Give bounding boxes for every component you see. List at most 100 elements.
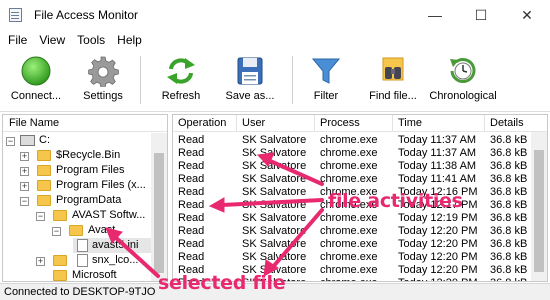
annotation-file-activities: file activities [328,190,463,212]
refresh-label: Refresh [161,90,201,102]
table-cell-details: 36.8 kB [490,212,528,224]
chronological-button[interactable]: Chronological [429,55,497,107]
expand-icon[interactable]: + [20,152,29,161]
table-cell-operation: Read [178,238,205,250]
minimize-button[interactable]: — [412,0,458,30]
table-cell-user: SK Salvatore [242,238,307,250]
list-header: Operation User Process Time Details [173,115,547,132]
table-row[interactable]: Read SK Salvatore chrome.exe Today 12:19 PM… [173,212,531,225]
column-process[interactable]: Process [315,115,393,132]
maximize-button[interactable]: ☐ [458,0,504,30]
tree-item[interactable]: − ProgramData [3,193,153,208]
window-title: File Access Monitor [34,8,139,22]
table-cell-details: 36.8 kB [490,238,528,250]
table-cell-details: 36.8 kB [490,251,528,263]
tree-item[interactable]: + $Recycle.Bin [3,148,153,163]
tree-item[interactable]: − Avast [3,223,153,238]
tree-item[interactable]: + Program Files [3,163,153,178]
tree-scroll-thumb[interactable] [154,153,164,273]
table-cell-user: SK Salvatore [242,251,307,263]
table-cell-details: 36.8 kB [490,264,528,276]
tree-item[interactable]: − C: [3,133,153,148]
table-row[interactable]: Read SK Salvatore chrome.exe Today 12:20 PM… [173,238,531,251]
table-cell-process: chrome.exe [320,147,378,159]
connect-icon [20,55,52,87]
app-icon [8,7,24,23]
menu-tools[interactable]: Tools [71,33,111,47]
table-cell-process: chrome.exe [320,212,378,224]
collapse-icon[interactable]: − [20,197,29,206]
chronological-label: Chronological [429,90,497,102]
connect-label: Connect... [10,90,62,102]
save-as-button[interactable]: Save as... [222,55,278,107]
tree-item[interactable]: snx_lco... [73,253,153,268]
connect-button[interactable]: Connect... [8,55,64,107]
table-cell-time: Today 11:38 AM [398,160,477,172]
expand-icon[interactable]: + [36,257,45,266]
settings-button[interactable]: Settings [78,55,128,107]
column-details[interactable]: Details [485,115,547,132]
list-scroll-thumb[interactable] [534,150,544,272]
binoculars-icon [377,55,409,87]
table-cell-time: Today 12:20 PM [398,251,478,263]
tree-item-selected[interactable]: avast5.ini [73,238,153,253]
find-file-button[interactable]: Find file... [366,55,420,107]
folder-icon [37,150,51,161]
collapse-icon[interactable]: − [52,227,61,236]
folder-icon [37,165,51,176]
expand-icon[interactable]: + [20,182,29,191]
column-time[interactable]: Time [393,115,485,132]
folder-icon [69,225,83,236]
table-cell-process: chrome.exe [320,225,378,237]
expand-icon[interactable]: + [20,167,29,176]
close-button[interactable]: ✕ [504,0,550,30]
table-cell-process: chrome.exe [320,134,378,146]
collapse-icon[interactable]: − [36,212,45,221]
save-icon [234,55,266,87]
table-cell-process: chrome.exe [315,277,393,281]
find-file-label: Find file... [369,90,417,102]
refresh-button[interactable]: Refresh [156,55,206,107]
table-row[interactable]: Read SK Salvatore chrome.exe Today 11:37 AM… [173,147,531,160]
tree-item[interactable]: + Program Files (x... [3,178,153,193]
table-cell-details: 36.8 kB [490,173,528,185]
table-cell-user: SK Salvatore [242,160,307,172]
menu-view[interactable]: View [33,33,71,47]
toolbar-separator [140,56,141,104]
gear-icon [87,55,119,88]
tree-scrollbar[interactable] [151,133,167,281]
table-row[interactable]: Read SK Salvatore chrome.exe Today 11:38 AM… [173,160,531,173]
column-operation[interactable]: Operation [173,115,237,132]
table-row[interactable]: Read SK Salvatore chrome.exe Today 11:41 AM… [173,173,531,186]
list-scrollbar[interactable] [531,132,547,281]
table-cell-details: 36.8 kB [490,134,528,146]
table-cell-operation: Read [178,212,205,224]
table-cell-operation: Read [178,199,205,211]
table-cell-time: Today 11:37 AM [398,134,477,146]
table-cell-user: SK Salvatore [242,147,307,159]
tree-header[interactable]: File Name [3,115,167,132]
column-user[interactable]: User [237,115,315,132]
filter-button[interactable]: Filter [304,55,348,107]
drive-icon [20,135,35,146]
table-row[interactable]: Read SK Salvatore chrome.exe Today 11:37 AM… [173,134,531,147]
collapse-icon[interactable]: − [6,137,15,146]
menu-file[interactable]: File [2,33,33,47]
tree-item[interactable]: Microsoft [3,268,153,281]
table-cell-time: Today 12:19 PM [398,212,478,224]
table-cell-time: Today 12:20 PM [393,277,485,281]
file-icon [77,239,88,252]
file-tree[interactable]: File Name − C: + $Recycle.Bin + Program … [2,114,168,282]
table-cell-time: Today 11:37 AM [398,147,477,159]
table-cell-process: chrome.exe [320,160,378,172]
folder-icon [53,255,67,266]
table-cell-operation: Read [178,134,205,146]
tree-item[interactable]: − AVAST Softw... [3,208,153,223]
table-row[interactable]: Read SK Salvatore chrome.exe Today 12:20 PM… [173,251,531,264]
menu-help[interactable]: Help [111,33,148,47]
table-row[interactable]: Read SK Salvatore chrome.exe Today 12:20 PM… [173,225,531,238]
folder-icon [37,195,51,206]
settings-label: Settings [83,90,123,102]
tree-item[interactable]: + [3,253,71,268]
toolbar-separator [292,56,293,104]
